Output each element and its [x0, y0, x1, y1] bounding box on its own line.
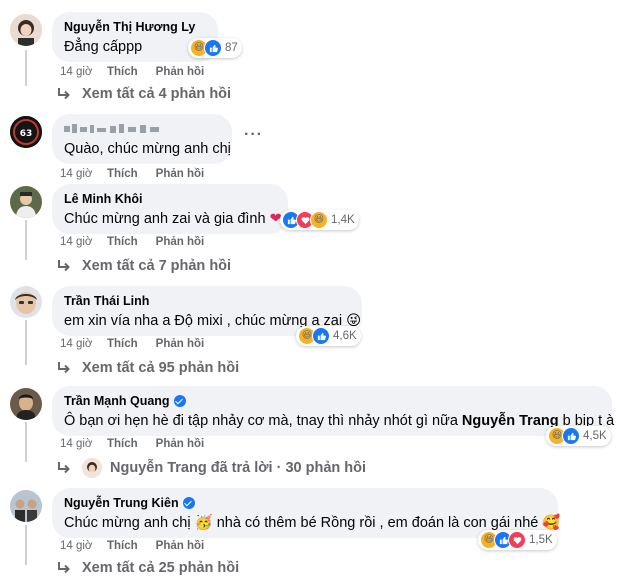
reaction-count: 87 — [225, 42, 238, 54]
reply-arrow-icon — [58, 260, 70, 272]
reaction-count: 4,5K — [583, 430, 607, 442]
avatar[interactable] — [10, 186, 42, 218]
thread-line — [25, 320, 27, 365]
reaction-count: 1,4K — [331, 214, 355, 226]
reaction-summary[interactable]: 😆 1,5K — [478, 530, 557, 550]
like-button[interactable]: Thích — [107, 338, 138, 350]
reply-button[interactable]: Phản hồi — [156, 66, 205, 78]
like-icon — [562, 427, 580, 445]
avatar[interactable] — [10, 388, 42, 420]
reaction-summary[interactable]: 😆 1,4K — [280, 210, 359, 230]
reaction-count: 1,5K — [529, 534, 553, 546]
comment-actions: 14 giờ Thích Phản hồi — [60, 338, 222, 350]
comment-text: Quào, chúc mừng anh chị — [64, 141, 231, 157]
comment-actions: 14 giờ Thích Phản hồi — [60, 438, 222, 450]
thread-line — [25, 422, 27, 462]
reply-button[interactable]: Phản hồi — [156, 168, 205, 180]
avatar[interactable] — [10, 490, 42, 522]
like-button[interactable]: Thích — [107, 236, 138, 248]
verified-badge-icon — [182, 497, 195, 509]
haha-icon: 😆 — [310, 211, 328, 229]
love-icon — [508, 531, 526, 549]
view-replies-link[interactable]: Xem tất cả 25 phản hồi — [56, 560, 239, 576]
comment-time[interactable]: 14 giờ — [60, 66, 107, 78]
comment-actions: 14 giờ Thích Phản hồi — [60, 66, 222, 78]
comment-time[interactable]: 14 giờ — [60, 540, 107, 552]
verified-badge-icon — [173, 395, 186, 407]
reply-arrow-icon — [58, 562, 70, 574]
replier-avatar — [82, 458, 102, 478]
view-replies-link[interactable]: Xem tất cả 7 phản hồi — [56, 258, 231, 274]
comment-time[interactable]: 14 giờ — [60, 236, 107, 248]
comment-bubble: Trần Mạnh Quang Ô bạn ơi hẹn hè đi tập n… — [52, 386, 615, 436]
reaction-summary[interactable]: 😆 4,5K — [546, 426, 611, 446]
reply-button[interactable]: Phản hồi — [156, 236, 205, 248]
reply-arrow-icon — [58, 88, 70, 100]
comment-text: Đẳng cấppp — [64, 39, 143, 55]
like-button[interactable]: Thích — [107, 540, 138, 552]
partying-face-emoji: 🥳 — [194, 515, 213, 531]
comment-author[interactable]: Trần Mạnh Quang — [64, 393, 600, 409]
comment-actions: 14 giờ Thích Phản hồi — [60, 540, 222, 552]
avatar[interactable]: 63 — [10, 116, 42, 148]
like-button[interactable]: Thích — [107, 438, 138, 450]
reply-button[interactable]: Phản hồi — [156, 438, 205, 450]
comment-author[interactable]: Nguyễn Trung Kiên — [64, 495, 546, 511]
reply-button[interactable]: Phản hồi — [156, 540, 205, 552]
more-options-button[interactable]: ··· — [244, 126, 263, 144]
reaction-summary[interactable]: 😆 87 — [188, 38, 242, 58]
like-button[interactable]: Thích — [107, 66, 138, 78]
comment-author-blurred[interactable] — [64, 121, 220, 137]
reaction-summary[interactable]: 😆 4,6K — [296, 326, 361, 346]
like-button[interactable]: Thích — [107, 168, 138, 180]
reply-arrow-icon — [58, 362, 70, 374]
thread-line — [25, 220, 27, 260]
view-replies-link[interactable]: Xem tất cả 4 phản hồi — [56, 86, 231, 102]
comment-author[interactable]: Lê Minh Khôi — [64, 191, 276, 207]
comment-text: Chúc mừng anh zai và gia đình ❤ — [64, 211, 282, 227]
thread-line — [25, 50, 27, 86]
comment-time[interactable]: 14 giờ — [60, 338, 107, 350]
comment-time[interactable]: 14 giờ — [60, 168, 107, 180]
comment-author[interactable]: Trần Thái Linh — [64, 293, 350, 309]
comment-time[interactable]: 14 giờ — [60, 438, 107, 450]
reply-button[interactable]: Phản hồi — [156, 338, 205, 350]
svg-text:63: 63 — [20, 129, 33, 139]
comment-bubble: Lê Minh Khôi Chúc mừng anh zai và gia đì… — [52, 184, 288, 234]
comment-actions: 14 giờ Thích Phản hồi — [60, 236, 222, 248]
view-replies-link[interactable]: Nguyễn Trang đã trả lời · 30 phản hồi — [56, 458, 366, 478]
avatar[interactable] — [10, 14, 42, 46]
mention-link[interactable]: Nguyễn Trang — [462, 413, 559, 429]
comment-actions: 14 giờ Thích Phản hồi — [60, 168, 222, 180]
comment-bubble: Quào, chúc mừng anh chị — [52, 114, 232, 164]
smiling-hearts-emoji: 🥰 — [542, 515, 561, 531]
like-icon — [312, 327, 330, 345]
comment-text: Chúc mừng anh chị 🥳 nhà có thêm bé Rồng … — [64, 515, 561, 531]
view-replies-link[interactable]: Xem tất cả 95 phản hồi — [56, 360, 239, 376]
like-icon — [204, 39, 222, 57]
comment-text: Ô bạn ơi hẹn hè đi tập nhảy cơ mà, tnay … — [64, 413, 615, 429]
comment-author[interactable]: Nguyễn Thị Hương Ly — [64, 19, 206, 35]
reaction-count: 4,6K — [333, 330, 357, 342]
thread-line — [25, 525, 27, 565]
avatar[interactable] — [10, 286, 42, 318]
reply-arrow-icon — [58, 462, 70, 474]
